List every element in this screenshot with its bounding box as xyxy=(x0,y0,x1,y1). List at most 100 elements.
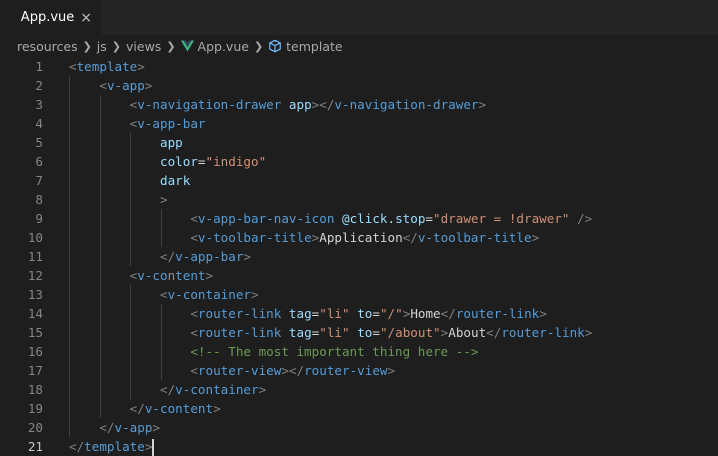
code-line[interactable]: 15 <router-link tag="li" to="/about">Abo… xyxy=(0,323,718,342)
code-line[interactable]: 4 <v-app-bar xyxy=(0,114,718,133)
line-number: 15 xyxy=(0,323,43,342)
code-line[interactable]: 14 <router-link tag="li" to="/">Home</ro… xyxy=(0,304,718,323)
indent-guide xyxy=(130,190,131,209)
code-line[interactable]: 12 <v-content> xyxy=(0,266,718,285)
code-line[interactable]: 10 <v-toolbar-title>Application</v-toolb… xyxy=(0,228,718,247)
code-content: > xyxy=(43,190,168,209)
indent-guide xyxy=(130,323,131,342)
breadcrumb-resources[interactable]: resources xyxy=(17,39,78,54)
code-token-punc: > xyxy=(251,287,259,302)
chevron-right-icon: ❯ xyxy=(112,40,121,53)
indent-guide xyxy=(69,114,70,133)
indent-guide xyxy=(161,228,162,247)
code-line[interactable]: 1<template> xyxy=(0,57,718,76)
tab-app-vue[interactable]: App.vue × xyxy=(0,0,102,35)
code-line[interactable]: 6 color="indigo" xyxy=(0,152,718,171)
symbol-cube-icon xyxy=(268,39,282,53)
indent-guide xyxy=(69,152,70,171)
code-token-tag: v-app-bar-nav-icon xyxy=(198,211,334,226)
indent-guide xyxy=(69,418,70,437)
code-line[interactable]: 16 <!-- The most important thing here --… xyxy=(0,342,718,361)
indent-guide xyxy=(161,342,162,361)
code-line[interactable]: 7 dark xyxy=(0,171,718,190)
breadcrumb-js[interactable]: js xyxy=(97,39,107,54)
line-number: 9 xyxy=(0,209,43,228)
indent-guide xyxy=(130,380,131,399)
breadcrumb-views[interactable]: views xyxy=(126,39,161,54)
code-line[interactable]: 13 <v-container> xyxy=(0,285,718,304)
code-line[interactable]: 17 <router-view></router-view> xyxy=(0,361,718,380)
code-content: </v-app-bar> xyxy=(43,247,251,266)
code-line[interactable]: 3 <v-navigation-drawer app></v-navigatio… xyxy=(0,95,718,114)
indent-guide xyxy=(69,133,70,152)
indent-guide xyxy=(161,304,162,323)
code-line[interactable]: 8 > xyxy=(0,190,718,209)
code-line[interactable]: 5 app xyxy=(0,133,718,152)
code-token-punc: ></ xyxy=(312,97,335,112)
code-token-attr: to xyxy=(357,306,372,321)
indent-guide xyxy=(130,247,131,266)
code-line[interactable]: 20 </v-app> xyxy=(0,418,718,437)
code-line[interactable]: 2 <v-app> xyxy=(0,76,718,95)
code-token-tag: router-link xyxy=(198,306,281,321)
breadcrumb-file-label: App.vue xyxy=(198,39,249,54)
code-token-punc: < xyxy=(190,230,198,245)
code-token-tag: router-link xyxy=(501,325,584,340)
indent-guide xyxy=(69,247,70,266)
vue-file-icon xyxy=(14,12,15,24)
code-token-tag: v-toolbar-title xyxy=(198,230,312,245)
code-token-str: "indigo" xyxy=(206,154,267,169)
line-number: 4 xyxy=(0,114,43,133)
code-token-punc: < xyxy=(190,325,198,340)
code-token-punc: /> xyxy=(577,211,592,226)
indent-guide xyxy=(100,209,101,228)
code-line[interactable]: 11 </v-app-bar> xyxy=(0,247,718,266)
code-content: <v-app> xyxy=(43,76,152,95)
breadcrumb-file[interactable]: App.vue xyxy=(181,39,249,54)
indent-guide xyxy=(69,323,70,342)
code-content: </template> xyxy=(43,437,154,456)
line-number: 10 xyxy=(0,228,43,247)
indent-guide xyxy=(130,361,131,380)
code-editor[interactable]: 1<template>2 <v-app>3 <v-navigation-draw… xyxy=(0,57,718,456)
code-token-tag: router-view xyxy=(198,363,281,378)
code-token-punc: > xyxy=(478,97,486,112)
code-token-tag: v-toolbar-title xyxy=(418,230,532,245)
code-token-attr: tag xyxy=(289,306,312,321)
code-line[interactable]: 19 </v-content> xyxy=(0,399,718,418)
code-line[interactable]: 18 </v-container> xyxy=(0,380,718,399)
code-token-punc: < xyxy=(160,287,168,302)
code-token-tag: v-app-bar xyxy=(137,116,205,131)
indent-guide xyxy=(69,361,70,380)
code-token-punc: </ xyxy=(160,249,175,264)
code-token-attr: dark xyxy=(160,173,190,188)
indent-guide xyxy=(130,304,131,323)
code-token-punc: </ xyxy=(130,401,145,416)
breadcrumb-symbol[interactable]: template xyxy=(268,39,342,54)
line-number: 13 xyxy=(0,285,43,304)
code-token-tag: v-navigation-drawer xyxy=(334,97,478,112)
indent-guide xyxy=(100,285,101,304)
code-token-punc: </ xyxy=(441,306,456,321)
indent-guide xyxy=(69,95,70,114)
code-token-plain: = xyxy=(372,325,380,340)
code-token-tag: router-link xyxy=(198,325,281,340)
code-token-tag: router-view xyxy=(304,363,387,378)
line-number: 18 xyxy=(0,380,43,399)
indent-guide xyxy=(130,171,131,190)
close-icon[interactable]: × xyxy=(80,10,92,26)
indent-guide xyxy=(69,190,70,209)
code-line[interactable]: 9 <v-app-bar-nav-icon @click.stop="drawe… xyxy=(0,209,718,228)
breadcrumb: resources ❯ js ❯ views ❯ App.vue ❯ templ… xyxy=(0,35,718,57)
code-line[interactable]: 21</template> xyxy=(0,437,718,456)
line-number: 5 xyxy=(0,133,43,152)
code-content: <template> xyxy=(43,57,145,76)
code-content: <router-view></router-view> xyxy=(43,361,395,380)
indent-guide xyxy=(100,323,101,342)
tab-label: App.vue xyxy=(21,10,74,25)
code-token-attr: @click.stop xyxy=(342,211,425,226)
indent-guide xyxy=(69,342,70,361)
line-number: 12 xyxy=(0,266,43,285)
line-number: 17 xyxy=(0,361,43,380)
code-token-punc: > xyxy=(160,192,168,207)
